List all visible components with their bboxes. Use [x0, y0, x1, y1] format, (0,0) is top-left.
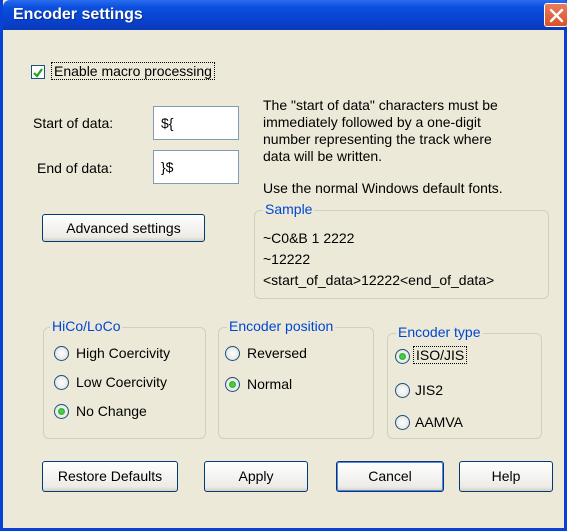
iso-jis-radio[interactable] — [395, 349, 410, 364]
aamva-radio[interactable] — [395, 415, 410, 430]
normal-radio[interactable] — [225, 377, 240, 392]
sample-line: ~C0&B 1 2222 — [263, 230, 355, 246]
encoder-position-group: Encoder position — [218, 318, 374, 439]
encoder-type-legend: Encoder type — [396, 324, 483, 340]
selected-dot — [58, 408, 65, 415]
encoder-position-legend: Encoder position — [227, 318, 336, 334]
low-coercivity-label[interactable]: Low Coercivity — [76, 374, 167, 390]
enable-macro-label[interactable]: Enable macro processing — [51, 62, 215, 80]
start-of-data-input[interactable]: ${ — [153, 106, 239, 140]
high-coercivity-radio[interactable] — [54, 346, 69, 361]
no-change-label[interactable]: No Change — [76, 403, 147, 419]
jis2-radio[interactable] — [395, 383, 410, 398]
sample-line: <start_of_data>12222<end_of_data> — [263, 272, 495, 288]
restore-defaults-button[interactable]: Restore Defaults — [42, 461, 178, 492]
selected-dot — [399, 353, 406, 360]
reversed-radio[interactable] — [225, 346, 240, 361]
help-button[interactable]: Help — [459, 461, 553, 492]
normal-label[interactable]: Normal — [247, 376, 292, 392]
selected-dot — [229, 381, 236, 388]
help-line: The "start of data" characters must be — [263, 97, 498, 113]
start-of-data-help: The "start of data" characters must be i… — [263, 97, 498, 165]
end-of-data-label: End of data: — [37, 160, 113, 176]
restore-defaults-label: Restore Defaults — [57, 468, 163, 484]
enable-macro-checkbox[interactable] — [31, 65, 45, 79]
close-button[interactable] — [544, 3, 567, 27]
iso-jis-label[interactable]: ISO/JIS — [413, 346, 468, 364]
start-of-data-label: Start of data: — [33, 115, 114, 131]
end-of-data-input[interactable]: }$ — [153, 150, 239, 184]
help-line: immediately followed by a one-digit — [263, 114, 481, 130]
jis2-label[interactable]: JIS2 — [415, 382, 443, 398]
reversed-label[interactable]: Reversed — [247, 345, 307, 361]
aamva-label[interactable]: AAMVA — [415, 414, 463, 430]
encoder-settings-dialog: Encoder settings Enable macro processing… — [0, 0, 567, 531]
cancel-button[interactable]: Cancel — [336, 461, 444, 492]
help-label: Help — [491, 468, 521, 484]
no-change-radio[interactable] — [54, 404, 69, 419]
sample-group: Sample ~C0&B 1 2222 ~12222 <start_of_dat… — [254, 201, 549, 299]
title-bar[interactable]: Encoder settings — [3, 0, 567, 30]
fonts-note: Use the normal Windows default fonts. — [263, 180, 503, 196]
sample-legend: Sample — [263, 201, 315, 217]
help-line: data will be written. — [263, 148, 383, 164]
help-line: number representing the track where — [263, 131, 492, 147]
cancel-label: Cancel — [368, 468, 412, 484]
checkmark-icon — [33, 68, 43, 78]
sample-text: ~C0&B 1 2222 ~12222 <start_of_data>12222… — [263, 228, 494, 291]
high-coercivity-label[interactable]: High Coercivity — [76, 345, 170, 361]
advanced-settings-button[interactable]: Advanced settings — [42, 214, 205, 242]
sample-line: ~12222 — [263, 251, 311, 267]
low-coercivity-radio[interactable] — [54, 375, 69, 390]
apply-label: Apply — [238, 468, 274, 484]
dialog-title: Encoder settings — [13, 6, 143, 23]
advanced-settings-label: Advanced settings — [66, 220, 181, 236]
hico-loco-legend: HiCo/LoCo — [50, 318, 123, 334]
apply-button[interactable]: Apply — [204, 461, 308, 492]
close-icon — [549, 8, 564, 23]
